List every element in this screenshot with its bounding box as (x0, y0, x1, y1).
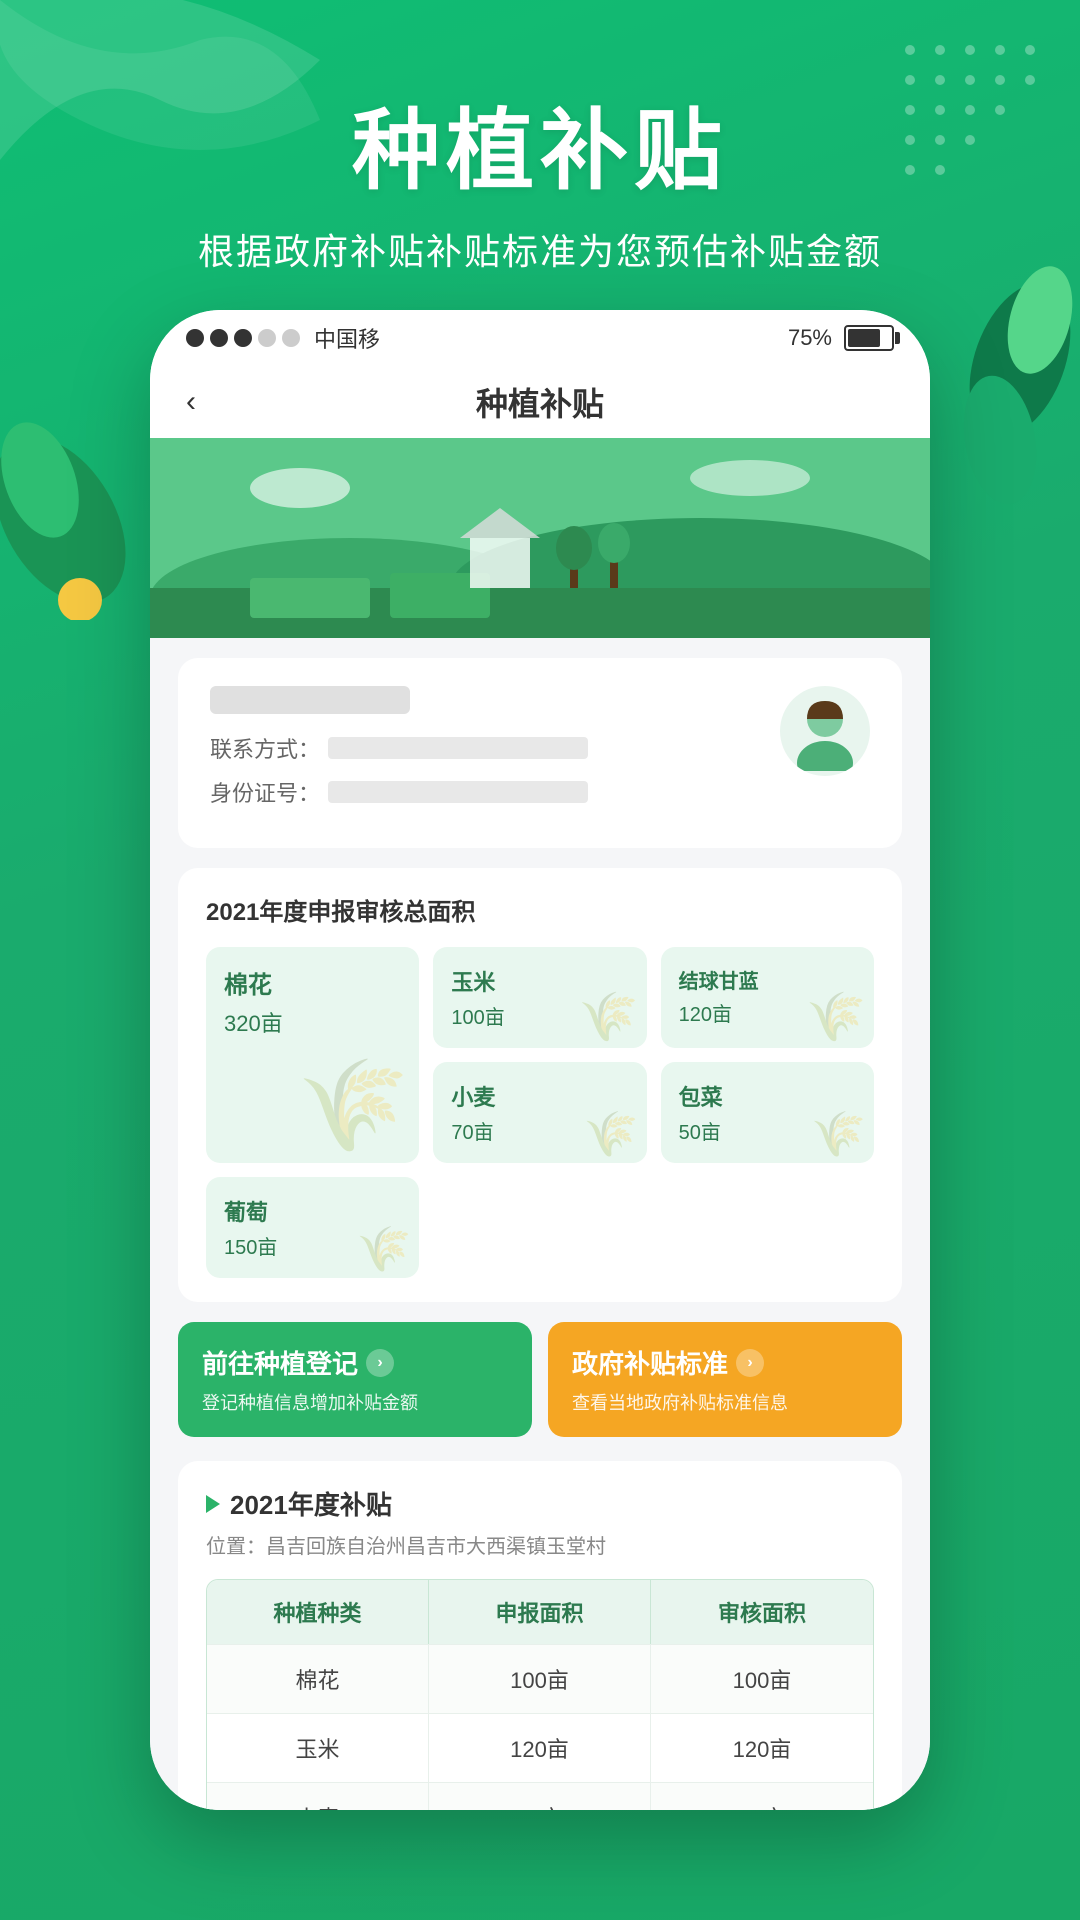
table-header: 种植种类 申报面积 审核面积 (207, 1580, 873, 1644)
id-value-blurred (328, 781, 588, 803)
signal-dot-1 (186, 329, 204, 347)
hero-image (150, 438, 930, 638)
user-info: 联系方式： 身份证号： (210, 686, 780, 820)
row2-crop: 玉米 (207, 1714, 429, 1782)
signal-dot-4 (258, 329, 276, 347)
contact-value-blurred (328, 737, 588, 759)
back-button[interactable]: ‹ (186, 385, 196, 419)
nav-title: 种植补贴 (476, 379, 604, 425)
row3-crop: 小麦 (207, 1783, 429, 1810)
area-section-title: 2021年度申报审核总面积 (206, 892, 874, 927)
crop-name-cabbage: 结球甘蓝 (679, 965, 856, 994)
subsidy-btn-arrow: › (736, 1349, 764, 1377)
contact-field: 联系方式： (210, 732, 780, 764)
status-right: 75% (788, 325, 894, 351)
contact-label: 联系方式： (210, 732, 320, 764)
id-field: 身份证号： (210, 776, 780, 808)
signal-dot-3 (234, 329, 252, 347)
crop-name-wheat: 小麦 (451, 1080, 628, 1112)
row2-declared: 120亩 (429, 1714, 651, 1782)
triangle-icon (206, 1495, 220, 1513)
row3-declared: 60亩 (429, 1783, 651, 1810)
crop-card-cabbage: 结球甘蓝 120亩 🌾 (661, 947, 874, 1048)
subsidy-header: 2021年度补贴 (206, 1485, 874, 1522)
row3-approved: 60亩 (651, 1783, 873, 1810)
user-avatar (780, 686, 870, 776)
leaf-right-decoration (920, 260, 1080, 565)
subsidy-year-title: 2021年度补贴 (230, 1485, 392, 1522)
signal-dot-5 (282, 329, 300, 347)
subsidy-btn-desc: 查看当地政府补贴标准信息 (572, 1389, 878, 1415)
govt-subsidy-button[interactable]: 政府补贴标准 › 查看当地政府补贴标准信息 (548, 1322, 902, 1437)
crop-icon-cabbage: 🌾 (806, 994, 866, 1042)
subsidy-section: 2021年度补贴 位置：昌吉回族自治州昌吉市大西渠镇玉堂村 种植种类 申报面积 … (178, 1461, 902, 1810)
battery-fill (848, 329, 880, 347)
signal-dot-2 (210, 329, 228, 347)
crop-icon-wheat: 🌾 (584, 1113, 639, 1157)
crop-name-baicai: 包菜 (679, 1080, 856, 1112)
planting-btn-title: 前往种植登记 › (202, 1344, 508, 1381)
crop-card-cotton: 棉花 320亩 🌾 (206, 947, 419, 1163)
table-row-3: 小麦 60亩 60亩 (207, 1782, 873, 1810)
row1-declared: 100亩 (429, 1645, 651, 1713)
crop-card-baicai: 包菜 50亩 🌾 (661, 1062, 874, 1163)
crop-grid: 棉花 320亩 🌾 玉米 100亩 🌾 结球甘蓝 120亩 🌾 (206, 947, 874, 1278)
crop-name-grape: 葡萄 (224, 1195, 401, 1227)
phone-content: 联系方式： 身份证号： 2021年度申报审核总面积 (150, 638, 930, 1810)
carrier-label: 中国移 (314, 322, 380, 354)
main-title: 种植补贴 (0, 80, 1080, 207)
crop-icon-cotton: 🌾 (297, 1061, 409, 1151)
sub-title: 根据政府补贴补贴标准为您预估补贴金额 (0, 223, 1080, 275)
row1-approved: 100亩 (651, 1645, 873, 1713)
id-label: 身份证号： (210, 776, 320, 808)
crop-card-wheat: 小麦 70亩 🌾 (433, 1062, 646, 1163)
subsidy-btn-title: 政府补贴标准 › (572, 1344, 878, 1381)
table-header-col3: 审核面积 (651, 1580, 873, 1644)
subsidy-location: 位置：昌吉回族自治州昌吉市大西渠镇玉堂村 (206, 1530, 874, 1559)
table-row-1: 棉花 100亩 100亩 (207, 1644, 873, 1713)
table-header-col2: 申报面积 (429, 1580, 651, 1644)
area-section: 2021年度申报审核总面积 棉花 320亩 🌾 玉米 100亩 🌾 (178, 868, 902, 1302)
table-header-col1: 种植种类 (207, 1580, 429, 1644)
crop-card-corn: 玉米 100亩 🌾 (433, 947, 646, 1048)
header-section: 种植补贴 根据政府补贴补贴标准为您预估补贴金额 (0, 80, 1080, 275)
planting-btn-desc: 登记种植信息增加补贴金额 (202, 1389, 508, 1415)
crop-icon-grape: 🌾 (357, 1228, 412, 1272)
battery-percent: 75% (788, 325, 832, 351)
subsidy-table: 种植种类 申报面积 审核面积 棉花 100亩 100亩 玉米 120亩 120亩… (206, 1579, 874, 1810)
battery-icon (844, 325, 894, 351)
status-bar: 中国移 75% (150, 310, 930, 366)
table-row-2: 玉米 120亩 120亩 (207, 1713, 873, 1782)
crop-card-grape: 葡萄 150亩 🌾 (206, 1177, 419, 1278)
action-buttons: 前往种植登记 › 登记种植信息增加补贴金额 政府补贴标准 › 查看当地政府补贴标… (178, 1322, 902, 1437)
crop-icon-baicai: 🌾 (811, 1113, 866, 1157)
status-left: 中国移 (186, 322, 380, 354)
user-card: 联系方式： 身份证号： (178, 658, 902, 848)
phone-mockup: 中国移 75% ‹ 种植补贴 (150, 310, 930, 1810)
row2-approved: 120亩 (651, 1714, 873, 1782)
row1-crop: 棉花 (207, 1645, 429, 1713)
nav-bar: ‹ 种植补贴 (150, 366, 930, 438)
user-name-blurred (210, 686, 410, 714)
crop-area-cotton: 320亩 (224, 1006, 401, 1038)
goto-planting-button[interactable]: 前往种植登记 › 登记种植信息增加补贴金额 (178, 1322, 532, 1437)
planting-btn-arrow: › (366, 1349, 394, 1377)
crop-name-cotton: 棉花 (224, 965, 401, 1000)
crop-icon-corn: 🌾 (579, 994, 639, 1042)
